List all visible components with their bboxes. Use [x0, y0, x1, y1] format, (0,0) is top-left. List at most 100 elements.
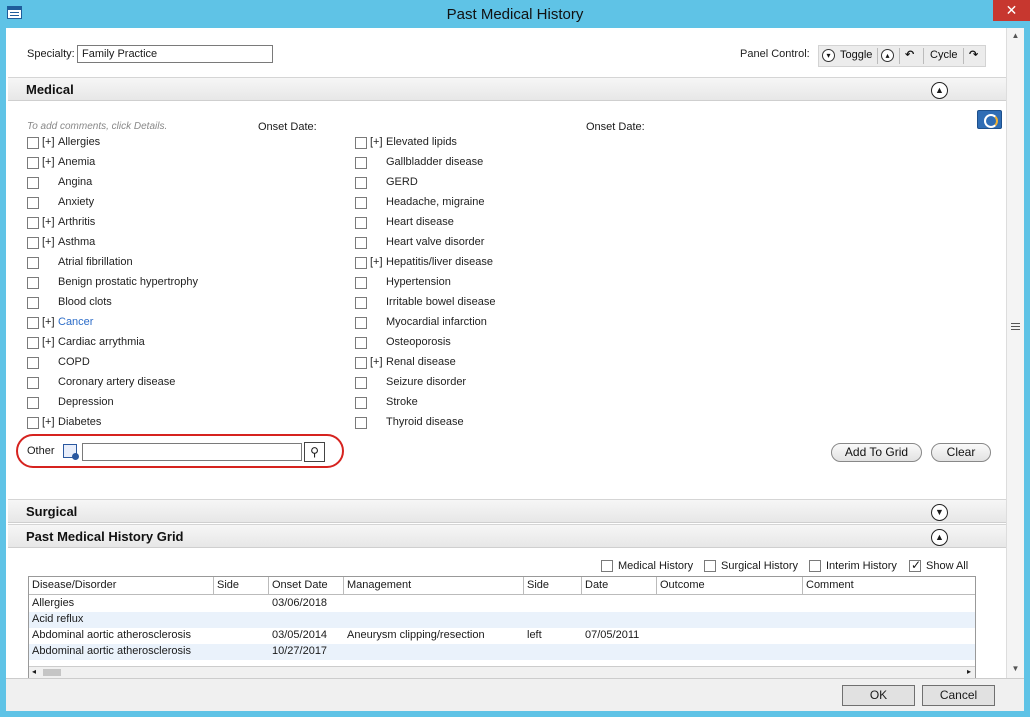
- column-header[interactable]: Outcome: [657, 577, 803, 595]
- other-condition-input[interactable]: [82, 443, 302, 461]
- column-header[interactable]: Date: [582, 577, 657, 595]
- column-header[interactable]: Disease/Disorder: [29, 577, 214, 595]
- expand-toggle[interactable]: [+]: [370, 356, 383, 368]
- expand-toggle[interactable]: [+]: [42, 236, 55, 248]
- scroll-grip-icon[interactable]: [1011, 323, 1020, 324]
- condition-label: Irritable bowel disease: [386, 296, 496, 308]
- cycle-button[interactable]: Cycle: [930, 46, 958, 66]
- scroll-right-icon[interactable]: ▸: [967, 667, 971, 676]
- expand-toggle[interactable]: [+]: [42, 216, 55, 228]
- collapse-icon[interactable]: ▲: [931, 529, 948, 546]
- search-button[interactable]: ⚲: [304, 442, 325, 462]
- clear-button[interactable]: Clear: [931, 443, 991, 462]
- checkbox[interactable]: [355, 257, 367, 269]
- checkbox[interactable]: [27, 397, 39, 409]
- toggle-button[interactable]: Toggle: [840, 46, 872, 66]
- scroll-up-icon[interactable]: ▲: [1010, 31, 1021, 42]
- expand-toggle[interactable]: [+]: [42, 136, 55, 148]
- vertical-scrollbar[interactable]: ▲ ▼: [1006, 28, 1024, 678]
- filter-label: Medical History: [618, 560, 694, 572]
- onset-date-label-left: Onset Date:: [258, 121, 317, 133]
- expand-toggle[interactable]: [+]: [370, 136, 383, 148]
- checkbox[interactable]: [355, 317, 367, 329]
- condition-label: Renal disease: [386, 356, 456, 368]
- redo-button[interactable]: ↷: [969, 46, 978, 66]
- column-header[interactable]: Onset Date: [269, 577, 344, 595]
- table-cell: [269, 613, 272, 628]
- checkbox[interactable]: [601, 560, 613, 572]
- checkbox[interactable]: [27, 257, 39, 269]
- collapse-icon[interactable]: ▲: [931, 82, 948, 99]
- checkbox[interactable]: [355, 237, 367, 249]
- table-row[interactable]: Abdominal aortic atherosclerosis 03/05/20…: [29, 628, 975, 644]
- checkbox[interactable]: [355, 277, 367, 289]
- scroll-down-icon[interactable]: ▼: [1010, 664, 1021, 675]
- lookup-list-icon[interactable]: [63, 444, 79, 460]
- checkbox-checked[interactable]: [909, 558, 921, 572]
- condition-label: Stroke: [386, 396, 418, 408]
- title-bar: Past Medical History ✕: [0, 0, 1030, 28]
- checkbox[interactable]: [27, 177, 39, 189]
- ok-button[interactable]: OK: [842, 685, 915, 706]
- checkbox[interactable]: [27, 277, 39, 289]
- checkbox[interactable]: [355, 297, 367, 309]
- checkbox[interactable]: [355, 397, 367, 409]
- checkbox[interactable]: [27, 137, 39, 149]
- column-header[interactable]: Side: [214, 577, 269, 595]
- details-notes-icon[interactable]: [977, 110, 1002, 129]
- search-icon: ⚲: [310, 445, 319, 459]
- medical-section-header[interactable]: Medical ▲: [8, 77, 1006, 101]
- checkbox[interactable]: [355, 197, 367, 209]
- checkbox[interactable]: [27, 417, 39, 429]
- table-cell: [582, 597, 585, 612]
- scroll-left-icon[interactable]: ◂: [32, 667, 36, 676]
- column-header[interactable]: Comment: [803, 577, 975, 595]
- collapse-all-button[interactable]: ▴: [881, 46, 894, 66]
- checkbox[interactable]: [355, 157, 367, 169]
- expand-toggle[interactable]: [+]: [370, 256, 383, 268]
- condition-label: Asthma: [58, 236, 96, 248]
- close-button[interactable]: ✕: [993, 0, 1030, 21]
- checkbox[interactable]: [27, 237, 39, 249]
- table-cell: [657, 597, 660, 612]
- checkbox[interactable]: [27, 317, 39, 329]
- column-header[interactable]: Side: [524, 577, 582, 595]
- table-row[interactable]: Allergies 03/06/2018: [29, 596, 975, 612]
- table-row[interactable]: Abdominal aortic atherosclerosis 10/27/20…: [29, 644, 975, 660]
- checkbox[interactable]: [27, 337, 39, 349]
- checkbox[interactable]: [355, 137, 367, 149]
- checkbox[interactable]: [355, 217, 367, 229]
- checkbox[interactable]: [27, 357, 39, 369]
- scroll-thumb[interactable]: [43, 669, 61, 676]
- checkbox[interactable]: [355, 377, 367, 389]
- table-row[interactable]: Acid reflux: [29, 612, 975, 628]
- checkbox[interactable]: [809, 560, 821, 572]
- expand-toggle[interactable]: [+]: [42, 336, 55, 348]
- expand-icon[interactable]: ▼: [931, 504, 948, 521]
- past-medical-history-grid[interactable]: Disease/Disorder Side Onset Date Managem…: [28, 576, 976, 679]
- checkbox[interactable]: [355, 417, 367, 429]
- table-cell: [344, 597, 347, 612]
- expand-toggle[interactable]: [+]: [42, 156, 55, 168]
- checkbox[interactable]: [704, 560, 716, 572]
- table-cell: 03/05/2014: [272, 629, 328, 641]
- surgical-section-header[interactable]: Surgical ▼: [8, 499, 1006, 523]
- checkbox[interactable]: [27, 377, 39, 389]
- checkbox[interactable]: [27, 297, 39, 309]
- checkbox[interactable]: [355, 357, 367, 369]
- expand-toggle[interactable]: [+]: [42, 416, 55, 428]
- cancel-button[interactable]: Cancel: [922, 685, 995, 706]
- checkbox[interactable]: [27, 157, 39, 169]
- expand-all-button[interactable]: ▾: [822, 46, 835, 66]
- checkbox[interactable]: [355, 337, 367, 349]
- column-header[interactable]: Management: [344, 577, 524, 595]
- checkbox[interactable]: [27, 197, 39, 209]
- grid-section-header[interactable]: Past Medical History Grid ▲: [8, 524, 1006, 548]
- undo-button[interactable]: ↶: [905, 46, 914, 66]
- add-to-grid-button[interactable]: Add To Grid: [831, 443, 922, 462]
- checkbox[interactable]: [355, 177, 367, 189]
- horizontal-scrollbar[interactable]: ◂ ▸: [29, 666, 975, 678]
- expand-toggle[interactable]: [+]: [42, 316, 55, 328]
- checkbox[interactable]: [27, 217, 39, 229]
- specialty-field[interactable]: Family Practice: [77, 45, 273, 63]
